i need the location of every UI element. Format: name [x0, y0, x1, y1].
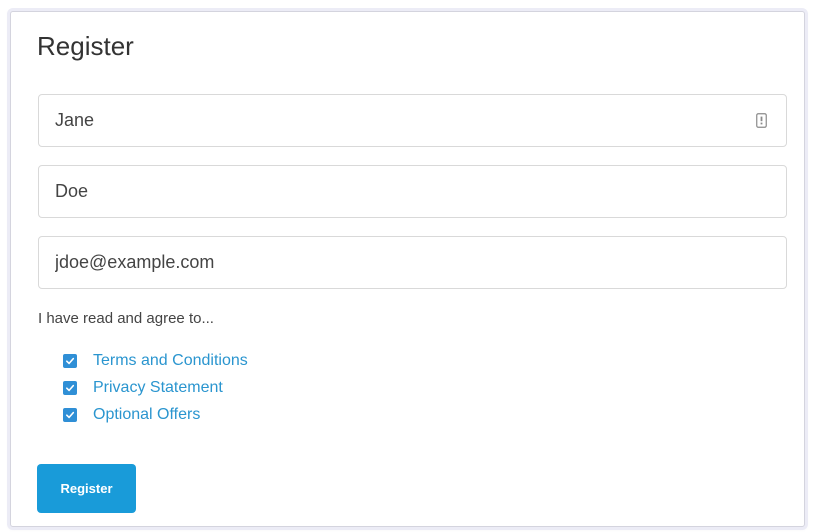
offers-link[interactable]: Optional Offers	[93, 405, 200, 425]
checkmark-icon	[66, 411, 75, 419]
offers-checkbox[interactable]	[63, 408, 77, 422]
register-card: Register I have read and agree to... Ter…	[10, 11, 805, 527]
checkmark-icon	[66, 384, 75, 392]
email-input[interactable]	[39, 237, 786, 288]
last-name-field[interactable]	[38, 165, 787, 218]
checkmark-icon	[66, 357, 75, 365]
first-name-input[interactable]	[39, 95, 786, 146]
terms-link[interactable]: Terms and Conditions	[93, 351, 248, 371]
page-title: Register	[37, 31, 134, 61]
last-name-input[interactable]	[39, 166, 786, 217]
agreement-offers[interactable]: Optional Offers	[63, 405, 200, 425]
privacy-checkbox[interactable]	[63, 381, 77, 395]
autofill-icon[interactable]	[756, 113, 767, 128]
agree-label: I have read and agree to...	[38, 310, 214, 327]
agreement-terms[interactable]: Terms and Conditions	[63, 351, 248, 371]
email-field[interactable]	[38, 236, 787, 289]
terms-checkbox[interactable]	[63, 354, 77, 368]
agreement-privacy[interactable]: Privacy Statement	[63, 378, 223, 398]
privacy-link[interactable]: Privacy Statement	[93, 378, 223, 398]
register-button[interactable]: Register	[37, 464, 136, 513]
first-name-field[interactable]	[38, 94, 787, 147]
